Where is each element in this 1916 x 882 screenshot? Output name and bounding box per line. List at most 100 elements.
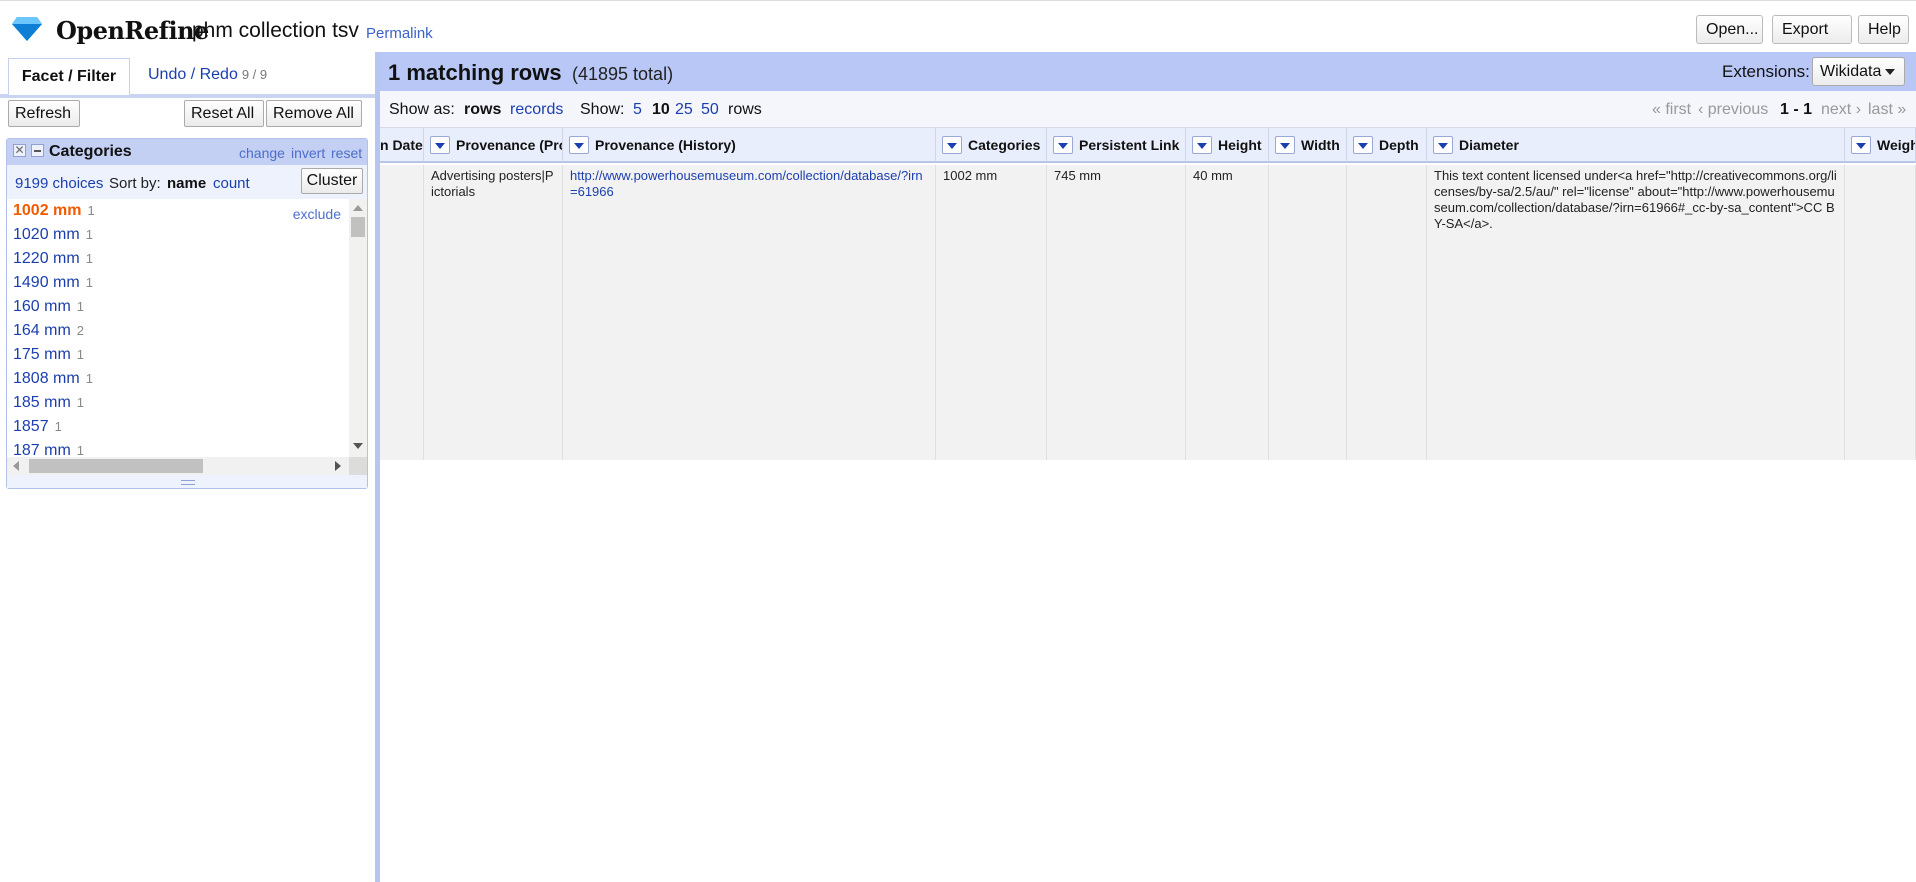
column-menu-icon[interactable]	[1053, 136, 1073, 154]
facet-title: Categories	[49, 143, 132, 160]
facet-invert-link[interactable]: invert	[291, 145, 325, 161]
column-menu-icon[interactable]	[1433, 136, 1453, 154]
facet-resize-handle[interactable]	[7, 475, 367, 488]
facet-choices-list[interactable]: 1002 mm 1 exclude 1020 mm 1 1220 mm 1 1490 …	[7, 199, 349, 457]
table-cell[interactable]	[380, 165, 424, 460]
pager-last[interactable]: last »	[1868, 101, 1906, 119]
facet-choice[interactable]: 1490 mm 1	[7, 271, 349, 295]
sort-by-label: Sort by:	[109, 175, 161, 192]
wikidata-extension-button[interactable]: Wikidata	[1812, 57, 1905, 86]
cluster-button[interactable]: Cluster	[301, 168, 363, 194]
page-size-50[interactable]: 50	[701, 101, 719, 119]
reset-all-button[interactable]: Reset All	[184, 100, 264, 127]
minimize-icon[interactable]	[31, 144, 44, 157]
column-menu-icon[interactable]	[1275, 136, 1295, 154]
facet-choice[interactable]: 164 mm 2	[7, 319, 349, 343]
column-header[interactable]: Persistent Link	[1047, 128, 1186, 163]
facet-choice[interactable]: 1857 1	[7, 415, 349, 439]
facet-choice-label[interactable]: 164 mm	[13, 322, 71, 339]
column-header[interactable]: Diameter	[1427, 128, 1845, 163]
facet-choice-label[interactable]: 187 mm	[13, 442, 71, 457]
scroll-up-icon[interactable]	[353, 205, 363, 211]
facet-choice[interactable]: 185 mm 1	[7, 391, 349, 415]
column-menu-icon[interactable]	[430, 136, 450, 154]
facet-choice-label[interactable]: 175 mm	[13, 346, 71, 363]
table-cell[interactable]: This text content licensed under<a href=…	[1427, 165, 1845, 460]
facet-choice[interactable]: 187 mm 1	[7, 439, 349, 457]
facet-choice-label[interactable]: 160 mm	[13, 298, 71, 315]
table-cell-link[interactable]: http://www.powerhousemuseum.com/collecti…	[563, 165, 936, 460]
facet-choice-label[interactable]: 1857	[13, 418, 49, 435]
column-header[interactable]: Provenance (History)	[563, 128, 936, 163]
facet-choice-label[interactable]: 1002 mm	[13, 202, 82, 219]
left-panel: Facet / Filter Undo / Redo 9 / 9 Refresh …	[0, 52, 375, 882]
column-header[interactable]: Provenance (Pro	[424, 128, 563, 163]
sort-by-count[interactable]: count	[213, 175, 250, 192]
column-menu-icon[interactable]	[569, 136, 589, 154]
table-cell[interactable]: 40 mm	[1186, 165, 1269, 460]
facet-reset-link[interactable]: reset	[331, 145, 362, 161]
facet-choice-label[interactable]: 1020 mm	[13, 226, 80, 243]
page-size-10[interactable]: 10	[652, 101, 670, 119]
sort-by-name[interactable]: name	[167, 175, 206, 192]
table-cell[interactable]	[1347, 165, 1427, 460]
scroll-thumb[interactable]	[29, 459, 203, 473]
page-size-5[interactable]: 5	[633, 101, 642, 119]
column-header[interactable]: n Date	[380, 128, 424, 163]
table-cell[interactable]: 1002 mm	[936, 165, 1047, 460]
app-brand[interactable]: OpenRefine	[56, 16, 209, 45]
scroll-left-icon[interactable]	[13, 461, 19, 471]
project-name[interactable]: phm collection tsv	[192, 19, 359, 43]
scroll-thumb[interactable]	[351, 217, 365, 237]
facet-change-link[interactable]: change	[239, 145, 285, 161]
scroll-down-icon[interactable]	[353, 443, 363, 449]
facet-choice[interactable]: 1220 mm 1	[7, 247, 349, 271]
tab-undo-redo[interactable]: Undo / Redo 9 / 9	[148, 66, 267, 84]
facet-options-bar: 9199 choices Sort by: name count Cluster	[7, 165, 367, 199]
table-cell[interactable]	[1845, 165, 1916, 460]
pager-first[interactable]: « first	[1652, 101, 1691, 119]
facet-choice[interactable]: 175 mm 1	[7, 343, 349, 367]
export-button[interactable]: Export	[1772, 15, 1852, 60]
facet-choice-label[interactable]: 1808 mm	[13, 370, 80, 387]
column-header[interactable]: Categories	[936, 128, 1047, 163]
show-as-rows[interactable]: rows	[464, 101, 501, 119]
column-menu-icon[interactable]	[1192, 136, 1212, 154]
table-cell[interactable]: Advertising posters|Pictorials	[424, 165, 563, 460]
refresh-button[interactable]: Refresh	[8, 100, 80, 127]
column-menu-icon[interactable]	[942, 136, 962, 154]
permalink-link[interactable]: Permalink	[366, 25, 433, 42]
scroll-right-icon[interactable]	[335, 461, 341, 471]
tab-facet-filter[interactable]: Facet / Filter	[8, 58, 130, 95]
facet-choice[interactable]: 1808 mm 1	[7, 367, 349, 391]
pager-previous[interactable]: ‹ previous	[1698, 101, 1768, 119]
facet-choice-label[interactable]: 1490 mm	[13, 274, 80, 291]
facet-choice-label[interactable]: 1220 mm	[13, 250, 80, 267]
openrefine-diamond-icon[interactable]	[12, 15, 42, 41]
remove-all-button[interactable]: Remove All	[266, 100, 362, 127]
facet-choice[interactable]: 160 mm 1	[7, 295, 349, 319]
pager-next[interactable]: next ›	[1821, 101, 1861, 119]
open-button[interactable]: Open...	[1696, 15, 1763, 44]
column-header[interactable]: Depth	[1347, 128, 1427, 163]
table-cell[interactable]	[1269, 165, 1347, 460]
show-as-records[interactable]: records	[510, 101, 563, 119]
choices-count-link[interactable]: 9199 choices	[15, 175, 103, 192]
vertical-scrollbar[interactable]	[349, 199, 367, 457]
column-menu-icon[interactable]	[1353, 136, 1373, 154]
horizontal-scrollbar[interactable]	[7, 457, 349, 475]
facet-choice[interactable]: 1002 mm 1 exclude	[7, 199, 349, 223]
help-button[interactable]: Help	[1858, 15, 1909, 44]
column-menu-icon[interactable]	[1851, 136, 1871, 154]
exclude-link[interactable]: exclude	[293, 202, 341, 226]
facet-choice[interactable]: 1020 mm 1	[7, 223, 349, 247]
page-size-25[interactable]: 25	[675, 101, 693, 119]
column-header-label: Provenance (Pro	[456, 137, 563, 153]
close-icon[interactable]: ✕	[13, 144, 26, 157]
facet-header: ✕ Categories change invert reset	[7, 139, 367, 165]
table-cell[interactable]: 745 mm	[1047, 165, 1186, 460]
column-header[interactable]: Width	[1269, 128, 1347, 163]
column-header[interactable]: Height	[1186, 128, 1269, 163]
column-header[interactable]: Weigh	[1845, 128, 1916, 163]
facet-choice-label[interactable]: 185 mm	[13, 394, 71, 411]
